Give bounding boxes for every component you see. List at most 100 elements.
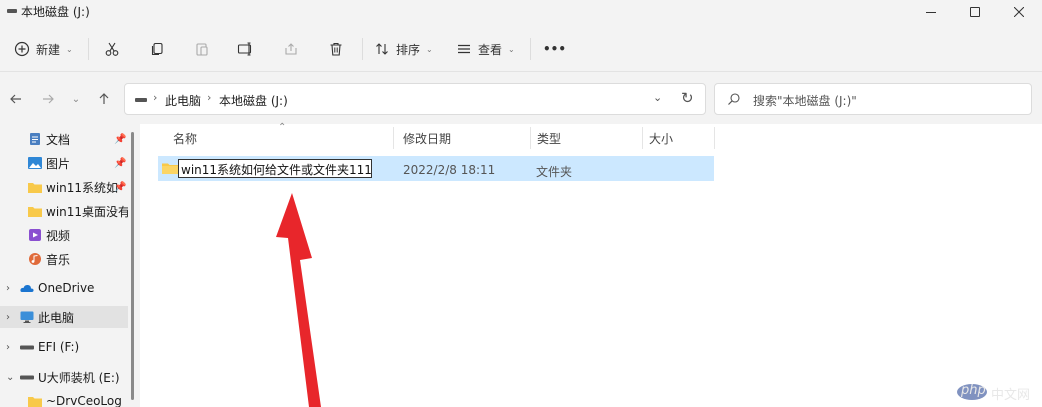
delete-button[interactable] xyxy=(328,36,344,62)
navigation-pane: 文档 📌 图片 📌 win11系统如 📌 win11桌面没有 视频 音乐 › O… xyxy=(0,124,137,407)
breadcrumb-local-disk[interactable]: 本地磁盘 (J:) xyxy=(219,92,288,109)
scissors-icon xyxy=(105,42,119,56)
column-header-size[interactable]: 大小 xyxy=(649,130,673,147)
sidebar-item-win11-folder-2[interactable]: win11桌面没有 xyxy=(0,200,128,222)
forward-button[interactable] xyxy=(38,89,58,109)
computer-icon xyxy=(20,311,34,323)
chevron-right-icon[interactable]: › xyxy=(6,283,10,294)
share-icon xyxy=(285,43,297,55)
file-list: ⌃ 名称 修改日期 类型 大小 win11系统如何给文件或文件夹111 2022… xyxy=(140,122,1042,407)
cut-button[interactable] xyxy=(104,36,120,62)
sidebar-item-win11-folder-1[interactable]: win11系统如 📌 xyxy=(0,176,128,198)
arrow-right-icon xyxy=(43,94,54,104)
copy-button[interactable] xyxy=(149,36,165,62)
arrow-left-icon xyxy=(10,94,21,104)
column-divider[interactable] xyxy=(714,127,715,149)
folder-icon xyxy=(28,207,42,217)
command-bar: 新建 ⌄ 排序 ⌄ 查看 ⌄ ••• xyxy=(0,28,1042,72)
chevron-down-icon: ⌄ xyxy=(426,44,433,54)
refresh-icon[interactable]: ↻ xyxy=(681,89,694,107)
sidebar-item-efi-drive[interactable]: › EFI (F:) xyxy=(0,336,128,358)
file-type: 文件夹 xyxy=(536,165,573,179)
video-icon xyxy=(29,229,41,241)
sidebar-item-pictures[interactable]: 图片 📌 xyxy=(0,152,128,174)
column-divider[interactable] xyxy=(530,127,531,149)
minimize-button[interactable] xyxy=(908,0,954,24)
sidebar-scrollbar[interactable] xyxy=(131,132,134,400)
search-icon xyxy=(728,93,740,105)
chevron-down-icon: ⌄ xyxy=(508,44,515,54)
copy-icon xyxy=(151,42,163,56)
chevron-right-icon: › xyxy=(153,91,158,104)
sidebar-item-videos[interactable]: 视频 xyxy=(0,224,128,246)
breadcrumb-this-pc[interactable]: 此电脑 xyxy=(165,92,201,109)
maximize-button[interactable] xyxy=(952,0,998,24)
chevron-down-icon: ⌄ xyxy=(66,44,73,54)
new-label: 新建 xyxy=(36,42,61,57)
chevron-down-icon[interactable]: ⌄ xyxy=(6,372,14,383)
sidebar-item-this-pc[interactable]: › 此电脑 xyxy=(0,306,128,328)
sidebar-item-label: OneDrive xyxy=(38,281,95,295)
drive-icon xyxy=(20,345,34,350)
address-bar[interactable]: › 此电脑 › 本地磁盘 (J:) ⌄ ↻ xyxy=(124,83,706,115)
paste-button[interactable] xyxy=(194,36,210,62)
column-header-type[interactable]: 类型 xyxy=(537,130,561,147)
chevron-down-icon: ⌄ xyxy=(71,93,81,105)
sidebar-item-label: 图片 xyxy=(46,156,71,171)
sidebar-item-documents[interactable]: 文档 📌 xyxy=(0,128,128,150)
document-icon xyxy=(30,133,40,145)
maximize-icon xyxy=(970,7,980,17)
column-header-modified[interactable]: 修改日期 xyxy=(403,130,451,147)
address-dropdown-icon[interactable]: ⌄ xyxy=(653,91,662,104)
view-button[interactable]: 查看 ⌄ xyxy=(456,36,515,62)
sidebar-item-label: 视频 xyxy=(46,228,71,243)
sidebar-item-label: win11桌面没有 xyxy=(46,204,128,219)
sidebar-item-label: 此电脑 xyxy=(38,310,75,325)
sidebar-item-label: 音乐 xyxy=(46,252,71,267)
sort-ascending-icon: ⌃ xyxy=(278,122,287,133)
sidebar-item-onedrive[interactable]: › OneDrive xyxy=(0,277,128,299)
rename-input[interactable]: win11系统如何给文件或文件夹111 xyxy=(178,159,372,178)
folder-icon xyxy=(28,397,42,407)
arrow-up-icon xyxy=(99,93,109,104)
share-button[interactable] xyxy=(283,36,299,62)
sidebar-item-music[interactable]: 音乐 xyxy=(0,248,128,270)
sidebar-item-label: ~DrvCeoLog xyxy=(46,394,122,407)
column-divider[interactable] xyxy=(393,127,394,149)
plus-circle-icon xyxy=(14,41,30,57)
column-header-name[interactable]: 名称 xyxy=(173,130,197,147)
drive-icon xyxy=(7,9,17,13)
watermark-php: php xyxy=(961,383,986,398)
view-list-icon xyxy=(458,44,470,54)
pin-icon: 📌 xyxy=(114,133,127,145)
music-icon xyxy=(29,253,41,265)
drive-icon xyxy=(135,98,147,102)
more-options-button[interactable]: ••• xyxy=(543,36,566,62)
chevron-right-icon[interactable]: › xyxy=(6,312,10,323)
rename-button[interactable] xyxy=(237,36,255,62)
back-button[interactable] xyxy=(6,89,26,109)
sidebar-item-udashi-drive[interactable]: ⌄ U大师装机 (E:) xyxy=(0,366,128,388)
window-title: 本地磁盘 (J:) xyxy=(21,5,90,19)
picture-icon xyxy=(28,157,42,169)
rename-icon xyxy=(237,42,252,56)
up-button[interactable] xyxy=(94,89,114,109)
new-button[interactable]: 新建 ⌄ xyxy=(14,36,73,62)
sidebar-item-label: win11系统如 xyxy=(46,180,119,195)
sidebar-item-label: 文档 xyxy=(46,132,71,147)
divider xyxy=(530,38,531,60)
close-button[interactable] xyxy=(996,0,1042,24)
search-input[interactable]: 搜索"本地磁盘 (J:)" xyxy=(714,83,1032,115)
navigation-row: ⌄ › 此电脑 › 本地磁盘 (J:) ⌄ ↻ 搜索"本地磁盘 (J:)" xyxy=(0,80,1042,118)
divider xyxy=(362,38,363,60)
chevron-right-icon[interactable]: › xyxy=(6,342,10,353)
onedrive-icon xyxy=(20,284,34,292)
sidebar-item-drvceolog[interactable]: ~DrvCeoLog xyxy=(0,390,128,407)
recent-locations-button[interactable]: ⌄ xyxy=(66,89,86,109)
sidebar-item-label: U大师装机 (E:) xyxy=(38,370,120,385)
sidebar-item-label: EFI (F:) xyxy=(38,340,80,354)
watermark-site: 中文网 xyxy=(991,388,1031,403)
column-divider[interactable] xyxy=(642,127,643,149)
sort-button[interactable]: 排序 ⌄ xyxy=(374,36,433,62)
chevron-right-icon: › xyxy=(207,91,212,104)
